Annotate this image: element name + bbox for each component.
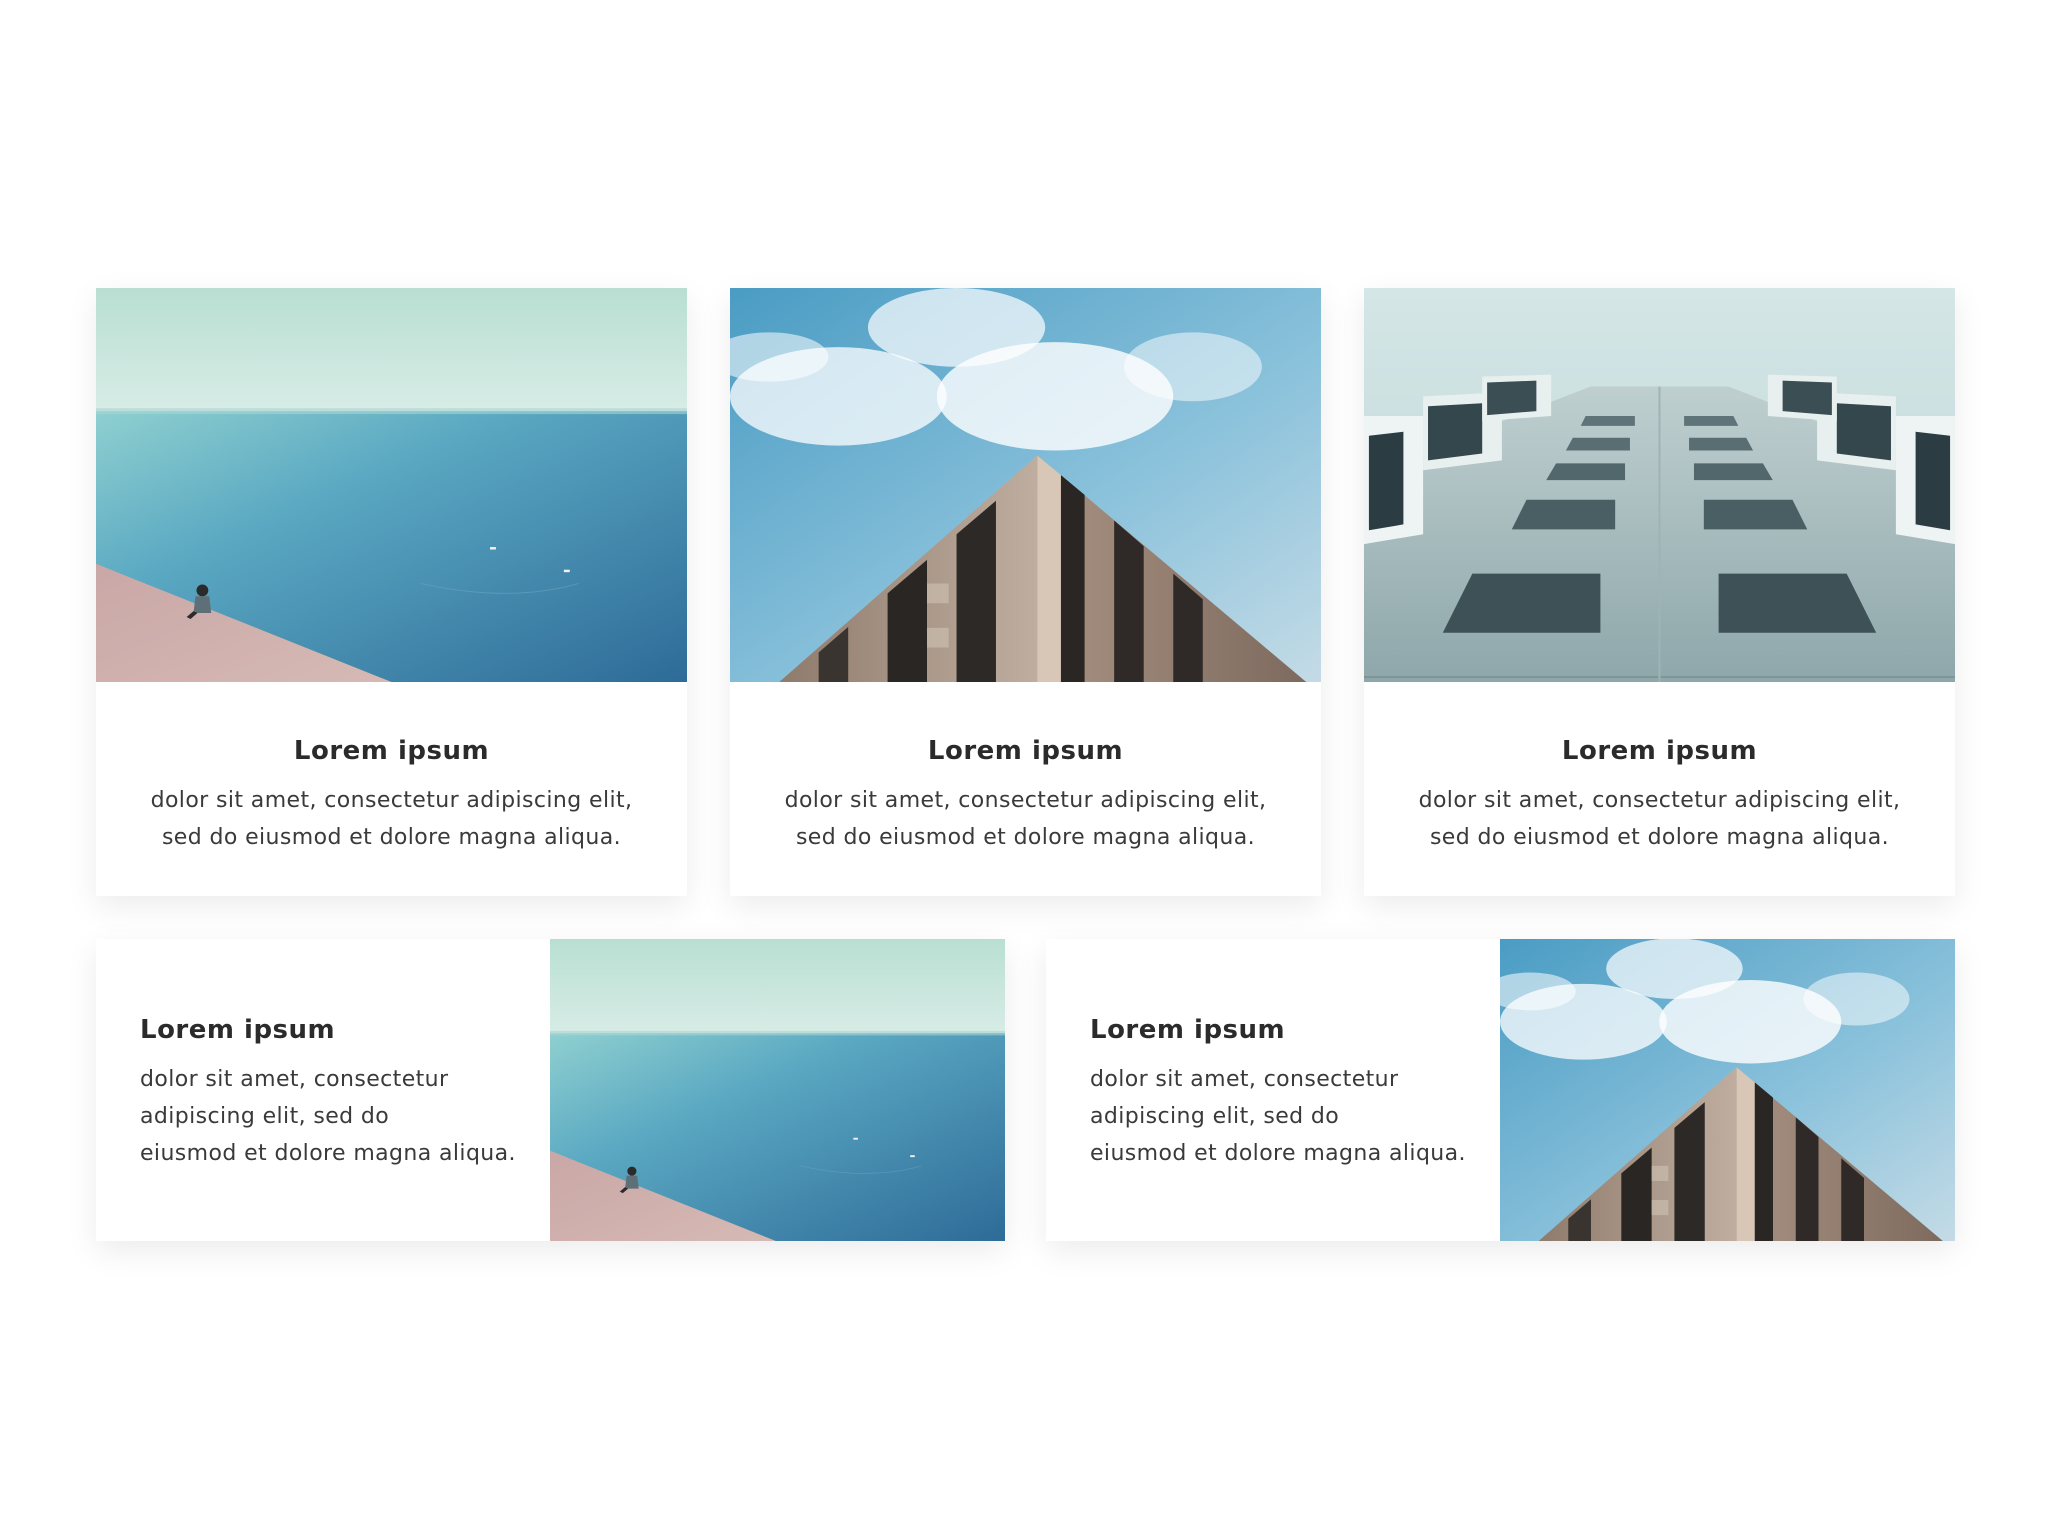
card-vertical-1[interactable]: Lorem ipsum dolor sit amet, consectetur … [96,288,687,896]
card-description: dolor sit amet, consectetur adipiscing e… [1418,788,1901,850]
card-image-sea [550,939,1005,1241]
card-body: Lorem ipsum dolor sit amet, consectetur … [96,939,550,1241]
card-title: Lorem ipsum [140,1015,336,1045]
card-body: Lorem ipsum dolor sit amet, consectetur … [96,682,687,896]
card-description: dolor sit amet, consectetur adipiscing e… [140,1067,516,1166]
card-vertical-2[interactable]: Lorem ipsum dolor sit amet, consectetur … [730,288,1321,896]
card-body: Lorem ipsum dolor sit amet, consectetur … [1046,939,1500,1241]
card-image-building [1500,939,1955,1241]
card-title: Lorem ipsum [927,736,1124,766]
card-horizontal-1[interactable]: Lorem ipsum dolor sit amet, consectetur … [96,939,1005,1241]
card-image-building [730,288,1321,682]
card-body: Lorem ipsum dolor sit amet, consectetur … [1364,682,1955,896]
card-image-facade [1364,288,1955,682]
card-image-sea [96,288,687,682]
card-description: dolor sit amet, consectetur adipiscing e… [1090,1067,1466,1166]
card-body: Lorem ipsum dolor sit amet, consectetur … [730,682,1321,896]
card-description: dolor sit amet, consectetur adipiscing e… [784,788,1267,850]
card-gallery: Lorem ipsum dolor sit amet, consectetur … [0,0,2048,1536]
card-vertical-3[interactable]: Lorem ipsum dolor sit amet, consectetur … [1364,288,1955,896]
card-horizontal-2[interactable]: Lorem ipsum dolor sit amet, consectetur … [1046,939,1955,1241]
card-title: Lorem ipsum [1561,736,1758,766]
card-description: dolor sit amet, consectetur adipiscing e… [150,788,633,850]
card-title: Lorem ipsum [1090,1015,1286,1045]
card-title: Lorem ipsum [293,736,490,766]
